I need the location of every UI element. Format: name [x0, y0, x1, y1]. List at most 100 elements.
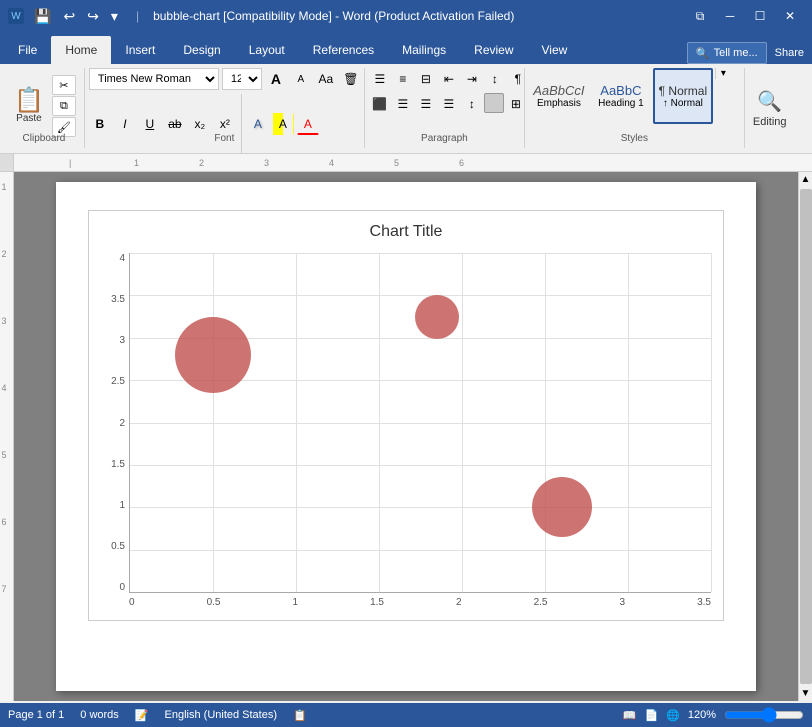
tab-view[interactable]: View	[528, 36, 582, 64]
line-spacing-button[interactable]: ↕	[461, 93, 483, 115]
status-bar: Page 1 of 1 0 words 📝 English (United St…	[0, 703, 812, 727]
status-left: Page 1 of 1 0 words 📝 English (United St…	[8, 709, 307, 722]
share-button[interactable]: Share	[775, 47, 804, 59]
emphasis-preview: AaBbCcI	[533, 83, 584, 98]
cut-button[interactable]: ✂	[52, 75, 76, 95]
styles-group: AaBbCcI Emphasis AaBbC Heading 1 ¶ Norma…	[525, 68, 745, 148]
shading-button[interactable]	[484, 93, 504, 113]
font-group: Times New Roman 12 A A Aa 🗑 B I U ab x₂ …	[85, 68, 365, 148]
paste-button[interactable]: 📋 Paste	[8, 87, 50, 126]
tab-mailings[interactable]: Mailings	[388, 36, 460, 64]
word-count: 0 words	[80, 709, 119, 721]
style-normal[interactable]: ¶ Normal ↑ Normal	[653, 68, 713, 124]
zoom-level: 120%	[688, 709, 716, 721]
superscript-button[interactable]: x²	[214, 113, 236, 135]
styles-scroll[interactable]: ▾	[715, 68, 731, 79]
vertical-ruler: 1 2 3 4 5 6 7	[0, 172, 14, 701]
subscript-button[interactable]: x₂	[189, 113, 211, 135]
title-bar-left: W 💾 ↩ ↪ ▾ | bubble-chart [Compatibility …	[8, 6, 514, 27]
heading1-label: Heading 1	[598, 98, 644, 109]
clipboard-label: Clipboard	[4, 133, 84, 144]
style-heading1[interactable]: AaBbC Heading 1	[591, 68, 651, 124]
tab-references[interactable]: References	[299, 36, 388, 64]
scroll-thumb[interactable]	[800, 189, 812, 684]
paragraph-row1: ☰ ≡ ⊟ ⇤ ⇥ ↕ ¶	[369, 68, 529, 90]
document-scroll-area[interactable]: Chart Title 0 0.5 1 1.5 2 2.5 3 3.5 4	[14, 172, 798, 701]
chart-plot	[129, 253, 711, 593]
customize-button[interactable]: ▾	[107, 6, 122, 27]
ribbon-content: 📋 Paste ✂ ⧉ 🖌 Clipboard Times New Roman …	[0, 64, 812, 154]
paste-label: Paste	[16, 113, 42, 124]
font-name-select[interactable]: Times New Roman	[89, 68, 219, 90]
copy-button[interactable]: ⧉	[52, 96, 76, 116]
clear-formatting-button[interactable]: 🗑	[340, 68, 362, 90]
emphasis-label: Emphasis	[537, 98, 581, 109]
decrease-indent-button[interactable]: ⇤	[438, 68, 460, 90]
restore-window-button[interactable]: ⧉	[686, 6, 714, 26]
text-effect-button[interactable]: A	[247, 113, 269, 135]
tab-layout[interactable]: Layout	[235, 36, 299, 64]
close-button[interactable]: ✕	[776, 6, 804, 26]
bubble-1	[175, 317, 251, 393]
search-icon: 🔍	[696, 47, 710, 60]
change-case-button[interactable]: Aa	[315, 68, 337, 90]
tab-file[interactable]: File	[4, 36, 51, 64]
maximize-button[interactable]: ☐	[746, 6, 774, 26]
underline-button[interactable]: U	[139, 113, 161, 135]
bubble-3	[532, 477, 592, 537]
italic-button[interactable]: I	[114, 113, 136, 135]
increase-indent-button[interactable]: ⇥	[461, 68, 483, 90]
font-label: Font	[85, 133, 364, 144]
chart-plot-area: 0 0.5 1 1.5 2 2.5 3 3.5	[129, 253, 711, 608]
align-right-button[interactable]: ☰	[415, 93, 437, 115]
bullets-button[interactable]: ☰	[369, 68, 391, 90]
tab-review[interactable]: Review	[460, 36, 527, 64]
heading1-preview: AaBbC	[600, 83, 641, 98]
borders-button[interactable]: ⊞	[505, 93, 527, 115]
proofing-icon: 📝	[135, 709, 149, 722]
text-highlight-button[interactable]: A	[272, 113, 294, 135]
bubble-2	[415, 295, 459, 339]
editing-group: 🔍 Editing	[745, 68, 795, 148]
editing-label: Editing	[753, 116, 787, 128]
chart-body: 0 0.5 1 1.5 2 2.5 3 3.5 4	[101, 253, 711, 608]
normal-label: ↑ Normal	[663, 98, 703, 109]
multilevel-list-button[interactable]: ⊟	[415, 68, 437, 90]
editing-icon: 🔍	[757, 89, 782, 114]
font-color-button[interactable]: A	[297, 113, 319, 135]
paragraph-group: ☰ ≡ ⊟ ⇤ ⇥ ↕ ¶ ⬛ ☰ ☰ ☰ ↕ ⊞ Paragraph	[365, 68, 525, 148]
align-left-button[interactable]: ⬛	[369, 93, 391, 115]
quick-access-toolbar: 💾 ↩ ↪ ▾	[30, 6, 122, 27]
x-axis: 0 0.5 1 1.5 2 2.5 3 3.5	[129, 593, 711, 608]
document-page: Chart Title 0 0.5 1 1.5 2 2.5 3 3.5 4	[56, 182, 756, 691]
bold-button[interactable]: B	[89, 113, 111, 135]
strikethrough-button[interactable]: ab	[164, 113, 186, 135]
view-print-button[interactable]: 📄	[644, 709, 658, 722]
justify-button[interactable]: ☰	[438, 93, 460, 115]
undo-button[interactable]: ↩	[59, 6, 79, 27]
tab-design[interactable]: Design	[169, 36, 234, 64]
zoom-slider[interactable]	[724, 708, 804, 722]
save-button[interactable]: 💾	[30, 6, 55, 27]
align-center-button[interactable]: ☰	[392, 93, 414, 115]
font-size-select[interactable]: 12	[222, 68, 262, 90]
minimize-button[interactable]: ─	[716, 6, 744, 26]
view-web-button[interactable]: 🌐	[666, 709, 680, 722]
tab-home[interactable]: Home	[51, 36, 111, 64]
style-emphasis[interactable]: AaBbCcI Emphasis	[529, 68, 589, 124]
status-right: 📖 📄 🌐 120%	[623, 708, 804, 722]
scroll-down-button[interactable]: ▼	[799, 686, 812, 701]
normal-preview: ¶ Normal	[659, 84, 707, 98]
grow-font-button[interactable]: A	[265, 68, 287, 90]
numbering-button[interactable]: ≡	[392, 68, 414, 90]
redo-button[interactable]: ↪	[83, 6, 103, 27]
tell-me-button[interactable]: 🔍 Tell me...	[687, 42, 767, 64]
styles-label: Styles	[525, 133, 744, 144]
track-changes-icon: 📋	[293, 709, 307, 722]
vertical-scrollbar[interactable]: ▲ ▼	[798, 172, 812, 701]
sort-button[interactable]: ↕	[484, 68, 506, 90]
shrink-font-button[interactable]: A	[290, 68, 312, 90]
tab-insert[interactable]: Insert	[111, 36, 169, 64]
view-read-button[interactable]: 📖	[623, 709, 637, 722]
scroll-up-button[interactable]: ▲	[799, 172, 812, 187]
